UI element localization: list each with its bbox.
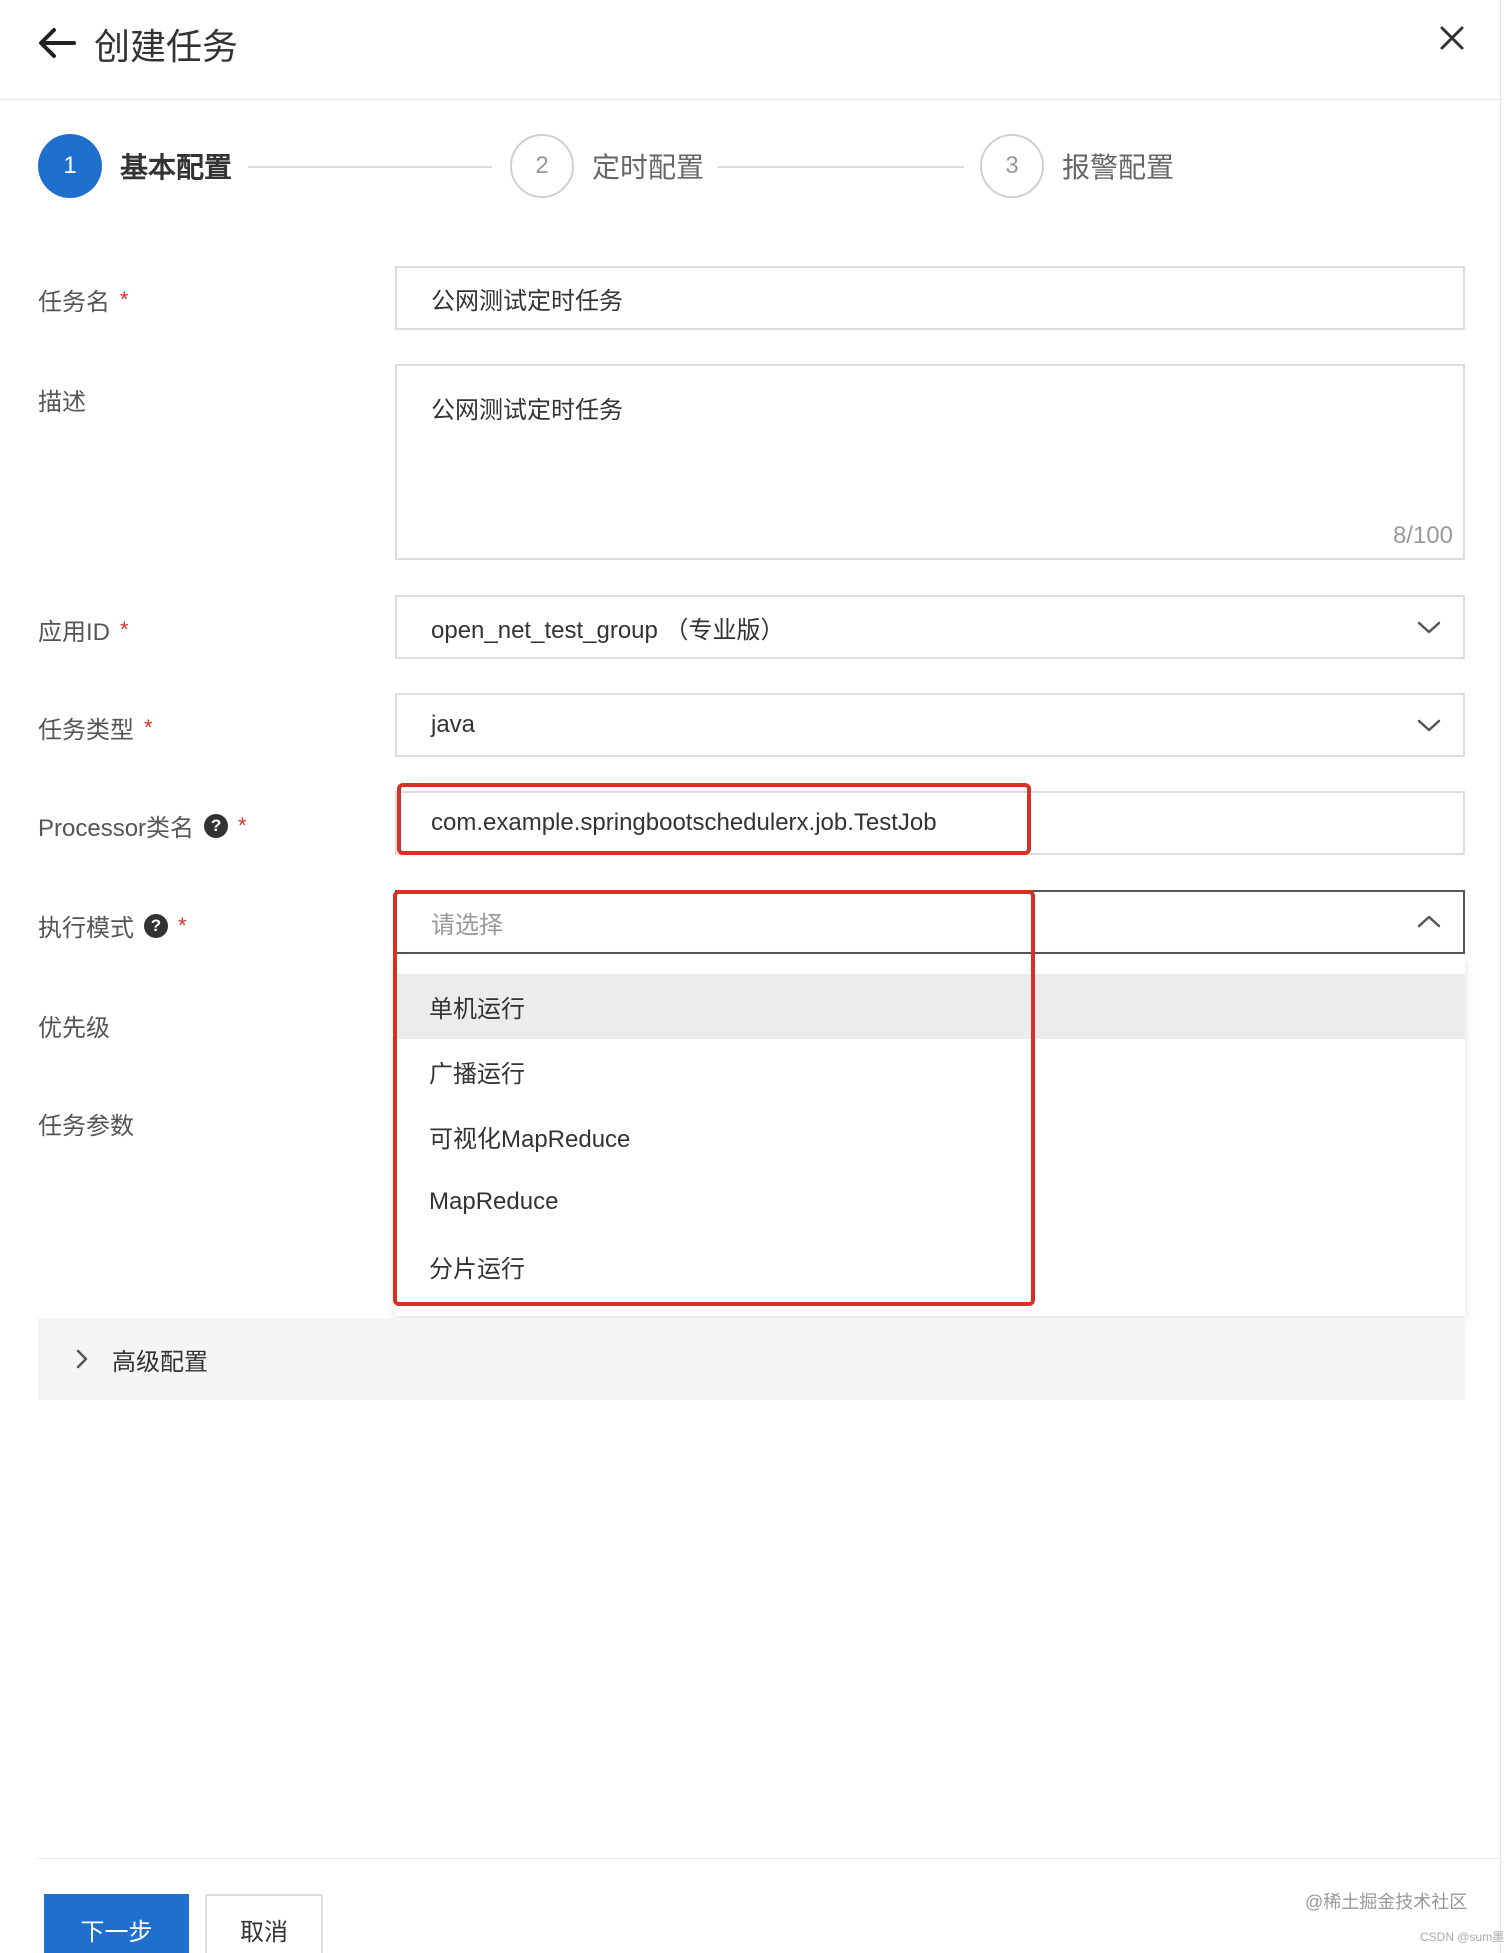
description-label: 描述 xyxy=(38,382,86,417)
app-id-select[interactable]: open_net_test_group （专业版） xyxy=(395,595,1465,659)
next-button[interactable]: 下一步 xyxy=(44,1894,189,1953)
step-1-label: 基本配置 xyxy=(120,152,233,183)
exec-mode-placeholder: 请选择 xyxy=(431,911,503,939)
option-broadcast[interactable]: 广播运行 xyxy=(395,1039,1465,1104)
chevron-right-icon xyxy=(76,1349,88,1369)
header: 创建任务 xyxy=(0,0,1500,100)
required-mark: * xyxy=(238,812,247,838)
task-name-input[interactable]: 公网测试定时任务 xyxy=(395,266,1465,330)
description-value: 公网测试定时任务 xyxy=(431,397,623,424)
close-icon[interactable] xyxy=(1436,22,1468,54)
watermark: @稀土掘金技术社区 xyxy=(1305,1892,1468,1912)
question-icon[interactable]: ? xyxy=(204,813,229,838)
required-mark: * xyxy=(178,912,187,938)
advanced-config-label: 高级配置 xyxy=(112,1348,208,1376)
step-2[interactable]: 2 定时配置 xyxy=(510,134,704,198)
step-3-number: 3 xyxy=(980,134,1044,198)
task-type-value: java xyxy=(431,711,476,738)
processor-value: com.example.springbootschedulerx.job.Tes… xyxy=(431,809,937,836)
task-name-label-text: 任务名 xyxy=(38,289,110,316)
app-id-label-text: 应用ID xyxy=(38,619,110,646)
arrow-left-icon[interactable] xyxy=(36,22,78,64)
exec-mode-label: 执行模式 ? * xyxy=(38,908,187,943)
priority-label-text: 优先级 xyxy=(38,1015,110,1042)
required-mark: * xyxy=(144,714,153,740)
exec-mode-select[interactable]: 请选择 xyxy=(395,890,1465,954)
chevron-down-icon xyxy=(1417,621,1441,634)
step-2-label: 定时配置 xyxy=(592,152,705,183)
description-textarea[interactable]: 公网测试定时任务 8/100 xyxy=(395,364,1465,560)
processor-input[interactable]: com.example.springbootschedulerx.job.Tes… xyxy=(395,791,1465,855)
task-type-label-text: 任务类型 xyxy=(38,717,134,744)
chevron-up-icon xyxy=(1417,915,1441,928)
panel-border xyxy=(1500,0,1501,1953)
option-mapreduce[interactable]: MapReduce xyxy=(395,1169,1465,1234)
task-name-value: 公网测试定时任务 xyxy=(431,287,623,315)
task-name-label: 任务名 * xyxy=(38,282,129,317)
page-title: 创建任务 xyxy=(94,26,239,67)
option-visual-mapreduce[interactable]: 可视化MapReduce xyxy=(395,1104,1465,1169)
exec-mode-dropdown: 单机运行 广播运行 可视化MapReduce MapReduce 分片运行 xyxy=(395,956,1465,1316)
step-connector-2 xyxy=(718,166,964,168)
task-type-select[interactable]: java xyxy=(395,693,1465,757)
required-mark: * xyxy=(120,286,129,312)
cancel-button[interactable]: 取消 xyxy=(205,1894,323,1953)
step-3-label: 报警配置 xyxy=(1062,152,1175,183)
question-icon[interactable]: ? xyxy=(144,913,168,938)
chevron-down-icon xyxy=(1417,719,1441,732)
step-connector-1 xyxy=(248,166,492,168)
option-standalone[interactable]: 单机运行 xyxy=(395,974,1465,1039)
advanced-config-toggle[interactable]: 高级配置 xyxy=(38,1318,1465,1400)
description-label-text: 描述 xyxy=(38,389,86,416)
task-params-label: 任务参数 xyxy=(38,1106,134,1141)
step-3[interactable]: 3 报警配置 xyxy=(980,134,1174,198)
app-id-label: 应用ID * xyxy=(38,612,129,647)
step-2-number: 2 xyxy=(510,134,574,198)
task-type-label: 任务类型 * xyxy=(38,710,153,745)
char-counter: 8/100 xyxy=(1392,522,1453,549)
task-params-label-text: 任务参数 xyxy=(38,1113,134,1140)
processor-label-text: Processor类名 xyxy=(38,815,195,842)
watermark-small: CSDN @sum墨 xyxy=(1420,1930,1505,1944)
option-sharding[interactable]: 分片运行 xyxy=(395,1234,1465,1299)
required-mark: * xyxy=(120,616,129,642)
processor-label: Processor类名 ? * xyxy=(38,808,247,843)
exec-mode-label-text: 执行模式 xyxy=(38,915,134,942)
priority-label: 优先级 xyxy=(38,1008,110,1043)
step-1-number: 1 xyxy=(38,134,102,198)
footer-divider xyxy=(38,1858,1500,1859)
app-id-value: open_net_test_group （专业版） xyxy=(431,616,785,644)
step-1[interactable]: 1 基本配置 xyxy=(38,134,232,198)
